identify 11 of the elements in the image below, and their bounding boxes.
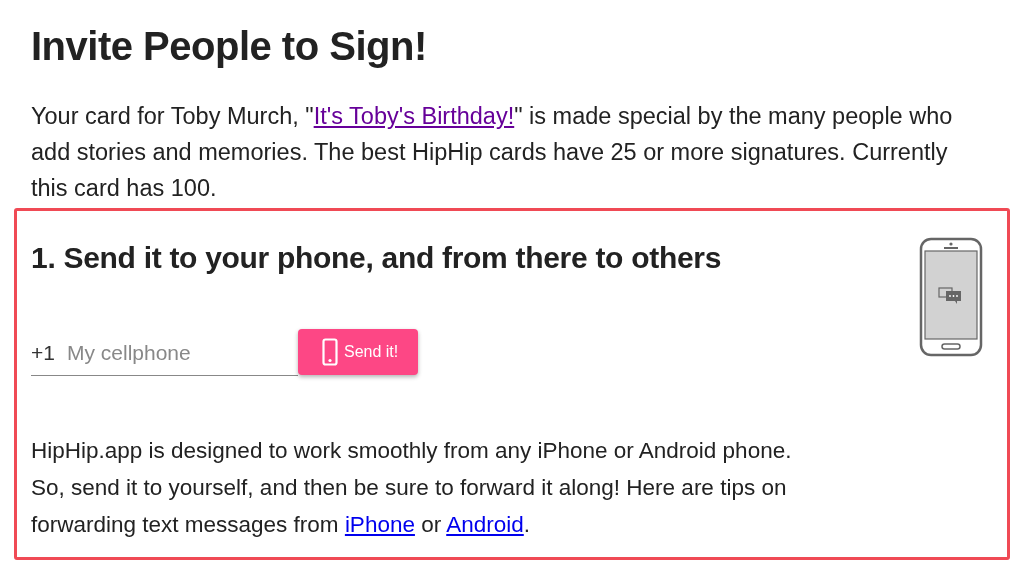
link[interactable]: iPhone (344, 512, 415, 537)
phone-icon (919, 237, 983, 357)
phone-field[interactable]: My cellphone (64, 339, 269, 366)
page-title: Invite People to Sign! (31, 23, 428, 70)
phone-icon (322, 338, 338, 366)
tips-paragraph: HipHip.app is designed to work smoothly from any iPhone or Android phone. So, send it to yourself, and then be sure to forward it along! Here are tips on forwarding text messages from iPhone or Android. (31, 437, 793, 539)
link[interactable]: Android (446, 512, 524, 537)
step-heading: 1. Send it to your phone, and from there to others (31, 240, 723, 276)
intro-paragraph: Your card for Toby Murch, "It's Toby's Birthday!" is made special by the many people who add stories and memories. The best HipHip cards have 25 or more signatures. Currently this card has 100. (31, 102, 954, 203)
card-link[interactable]: It's Toby's Birthday! (313, 103, 515, 129)
country-code: +1 (31, 340, 55, 365)
